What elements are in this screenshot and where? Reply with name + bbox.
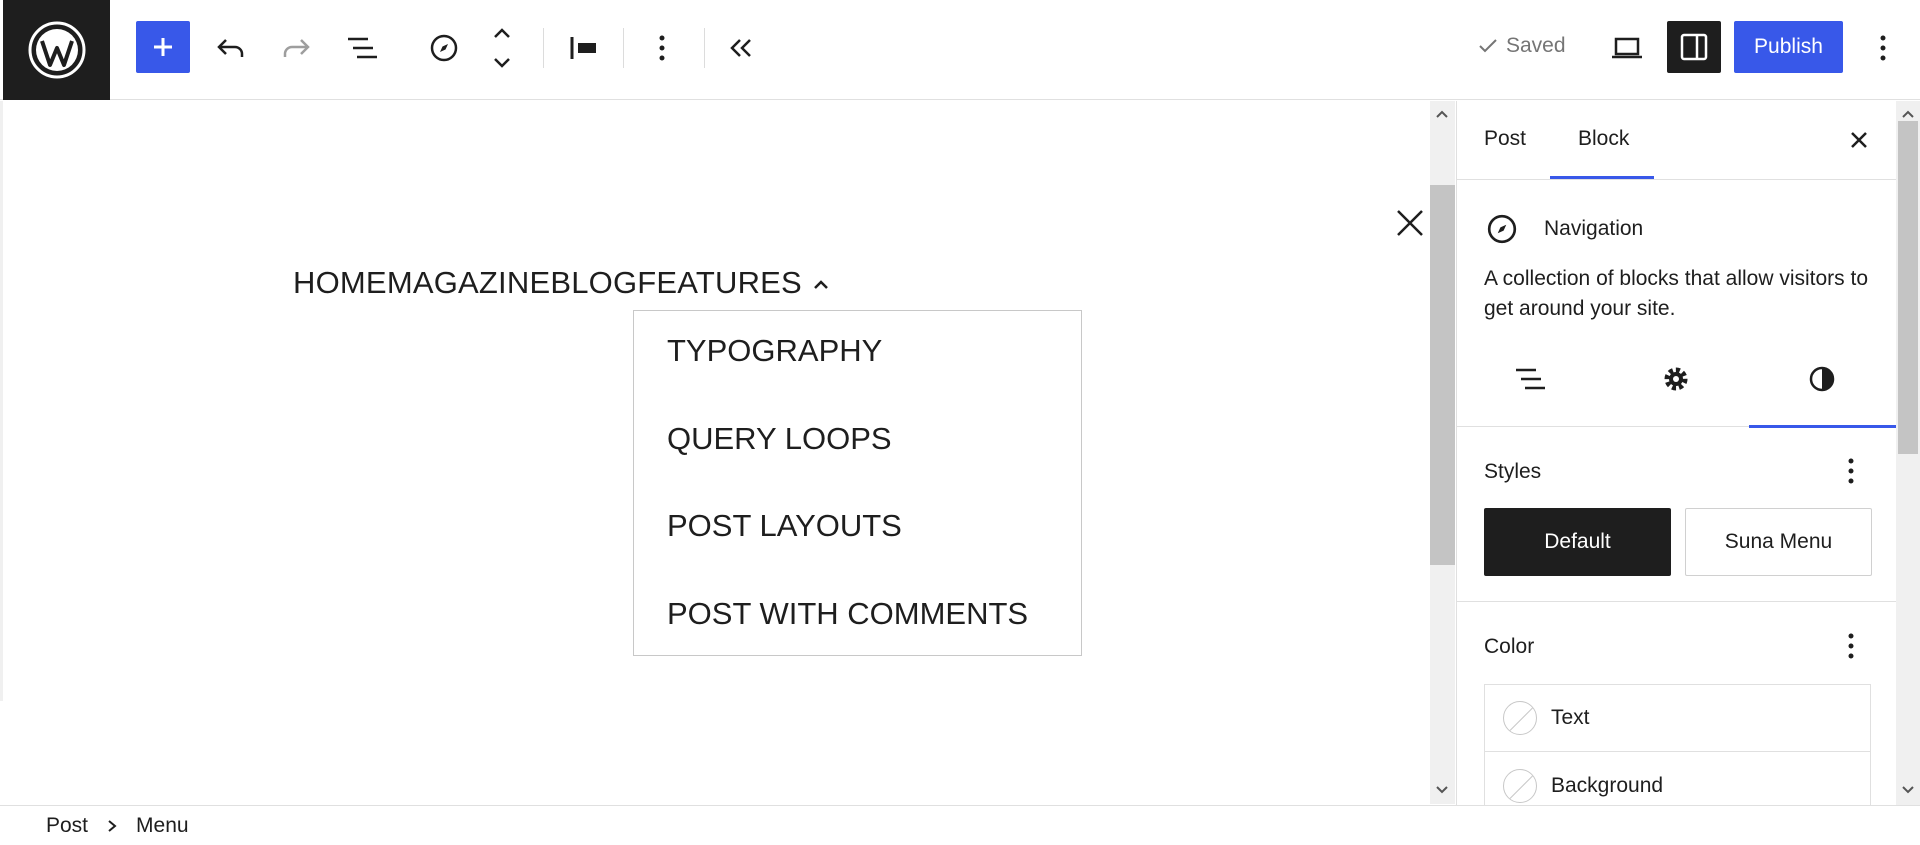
sidebar-scrollbar[interactable] xyxy=(1896,101,1920,805)
chevron-up-icon[interactable] xyxy=(810,277,832,293)
submenu-item[interactable]: TYPOGRAPHY xyxy=(667,333,882,369)
breadcrumb-post[interactable]: Post xyxy=(46,814,88,838)
document-overview-button[interactable] xyxy=(342,28,382,68)
tab-settings[interactable] xyxy=(1603,330,1749,427)
gear-icon xyxy=(1664,367,1688,390)
compass-icon xyxy=(1487,214,1517,244)
wordpress-logo[interactable] xyxy=(3,0,110,100)
block-breadcrumb: Post Menu xyxy=(0,805,1920,845)
nav-item-magazine[interactable]: MAGAZINE xyxy=(387,265,551,301)
editor-canvas[interactable]: HOME MAGAZINE BLOG FEATURES TYPOGRAPHY Q… xyxy=(0,101,1430,804)
styles-panel: Styles Default Suna Menu xyxy=(1457,428,1896,602)
saved-label: Saved xyxy=(1506,34,1566,57)
active-tab-indicator xyxy=(1550,176,1654,179)
block-title: Navigation xyxy=(1544,217,1644,240)
settings-sidebar: Post Block Navigation A collection of bl… xyxy=(1456,101,1896,805)
color-item-background[interactable]: Background xyxy=(1485,752,1870,805)
toolbar-divider xyxy=(543,28,544,68)
list-view-icon xyxy=(348,37,377,59)
scrollbar-thumb[interactable] xyxy=(1898,121,1918,454)
chevron-up-down-icon xyxy=(494,28,510,68)
submenu-item[interactable]: QUERY LOOPS xyxy=(667,421,892,457)
editor-header: Saved Publish xyxy=(0,0,1920,100)
redo-button[interactable] xyxy=(278,28,314,68)
saved-indicator: Saved xyxy=(1478,34,1566,58)
kebab-icon[interactable] xyxy=(1836,456,1866,486)
settings-sidebar-toggle[interactable] xyxy=(1667,21,1721,73)
empty-swatch-icon xyxy=(1503,768,1537,803)
scroll-down-icon[interactable] xyxy=(1899,781,1917,799)
kebab-icon xyxy=(659,35,665,61)
navigation-block-button[interactable] xyxy=(424,28,464,68)
canvas-scrollbar[interactable] xyxy=(1430,101,1455,804)
color-panel: Color Text Background xyxy=(1457,603,1896,805)
color-item-text[interactable]: Text xyxy=(1485,685,1870,752)
toolbar-divider xyxy=(623,28,624,68)
compass-icon xyxy=(430,34,458,62)
breadcrumb-menu[interactable]: Menu xyxy=(136,814,189,838)
collapse-toolbar-button[interactable] xyxy=(726,28,756,68)
undo-button[interactable] xyxy=(213,28,249,68)
empty-swatch-icon xyxy=(1503,701,1537,735)
double-chevron-left-icon xyxy=(730,39,751,57)
style-default-button[interactable]: Default xyxy=(1484,508,1671,576)
close-icon[interactable] xyxy=(1394,207,1426,239)
kebab-icon xyxy=(1880,35,1886,61)
submenu-item[interactable]: POST WITH COMMENTS xyxy=(667,596,1028,632)
toolbar-divider xyxy=(704,28,705,68)
move-up-down-button[interactable] xyxy=(487,22,517,74)
tab-list-view[interactable] xyxy=(1457,330,1603,427)
justification-button[interactable] xyxy=(566,28,602,68)
sidebar-icon xyxy=(1680,33,1708,61)
color-item-label: Text xyxy=(1551,706,1590,729)
add-block-button[interactable] xyxy=(136,21,190,73)
nav-item-home[interactable]: HOME xyxy=(293,265,387,301)
block-card: Navigation A collection of blocks that a… xyxy=(1457,181,1896,330)
scroll-down-icon[interactable] xyxy=(1433,781,1451,799)
canvas-edge xyxy=(0,101,3,701)
plus-icon xyxy=(154,38,172,56)
submenu-dropdown: TYPOGRAPHY QUERY LOOPS POST LAYOUTS POST… xyxy=(633,310,1082,656)
check-icon xyxy=(1479,39,1497,53)
tab-styles[interactable] xyxy=(1749,330,1895,427)
preview-button[interactable] xyxy=(1605,28,1649,68)
submenu-item[interactable]: POST LAYOUTS xyxy=(667,508,902,544)
scrollbar-thumb[interactable] xyxy=(1430,185,1455,565)
list-view-icon xyxy=(1516,368,1545,389)
contrast-icon xyxy=(1809,366,1835,391)
publish-button[interactable]: Publish xyxy=(1734,21,1843,73)
block-description: A collection of blocks that allow visito… xyxy=(1484,267,1869,320)
laptop-icon xyxy=(1612,37,1642,59)
close-icon[interactable] xyxy=(1844,125,1874,155)
tab-block[interactable]: Block xyxy=(1578,127,1629,151)
options-menu-button[interactable] xyxy=(1870,28,1896,68)
scroll-up-icon[interactable] xyxy=(1433,105,1451,123)
color-list: Text Background xyxy=(1484,684,1871,805)
kebab-icon[interactable] xyxy=(1836,631,1866,661)
tab-post[interactable]: Post xyxy=(1484,127,1526,151)
wordpress-icon xyxy=(28,21,85,79)
color-title: Color xyxy=(1484,635,1535,658)
sidebar-tabs: Post Block xyxy=(1457,101,1896,180)
inspector-tabs xyxy=(1457,330,1896,428)
navigation-block[interactable]: HOME MAGAZINE BLOG FEATURES xyxy=(293,265,832,301)
chevron-right-icon xyxy=(108,819,117,832)
undo-icon xyxy=(217,39,244,57)
style-suna-menu-button[interactable]: Suna Menu xyxy=(1685,508,1872,576)
justify-left-icon xyxy=(570,37,596,59)
redo-icon xyxy=(283,39,310,57)
color-item-label: Background xyxy=(1551,773,1664,797)
styles-title: Styles xyxy=(1484,460,1542,483)
nav-item-blog[interactable]: BLOG xyxy=(550,265,637,301)
block-options-button[interactable] xyxy=(652,28,672,68)
nav-item-features[interactable]: FEATURES xyxy=(637,265,802,301)
